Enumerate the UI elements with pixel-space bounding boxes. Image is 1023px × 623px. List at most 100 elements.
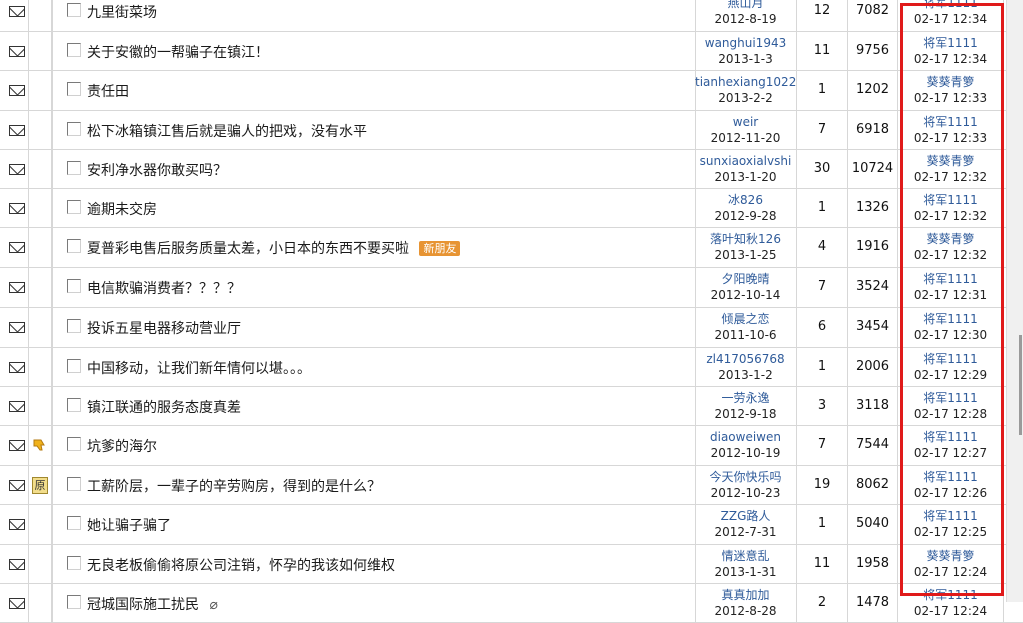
select-checkbox[interactable] bbox=[67, 437, 81, 451]
type-cell bbox=[29, 348, 52, 386]
author-link[interactable]: sunxiaoxialvshi bbox=[695, 150, 796, 169]
last-post-time[interactable]: 02-17 12:31 bbox=[898, 287, 1003, 304]
view-count: 6918 bbox=[855, 122, 890, 137]
author-link[interactable]: 落叶知秋126 bbox=[695, 228, 796, 247]
last-poster-link[interactable]: 葵葵青箩 bbox=[898, 545, 1003, 564]
status-cell bbox=[0, 387, 29, 425]
author-link[interactable]: diaoweiwen bbox=[695, 426, 796, 445]
author-link[interactable]: zl417056768 bbox=[695, 348, 796, 367]
title-cell: 无良老板偷偷将原公司注销，怀孕的我该如何维权 bbox=[52, 545, 696, 583]
author-link[interactable]: 夕阳晚晴 bbox=[695, 268, 796, 287]
last-poster-link[interactable]: 葵葵青箩 bbox=[898, 71, 1003, 90]
last-poster-link[interactable]: 将军1111 bbox=[898, 387, 1003, 406]
select-checkbox[interactable] bbox=[67, 359, 81, 373]
thread-title-link[interactable]: 工薪阶层，一辈子的辛劳购房，得到的是什么？ bbox=[87, 479, 381, 495]
select-checkbox[interactable] bbox=[67, 477, 81, 491]
author-link[interactable]: 倾晨之恋 bbox=[695, 308, 796, 327]
title-cell: 她让骗子骗了 bbox=[52, 505, 696, 544]
thread-title-link[interactable]: 无良老板偷偷将原公司注销，怀孕的我该如何维权 bbox=[87, 558, 395, 574]
author-link[interactable]: 一劳永逸 bbox=[695, 387, 796, 406]
last-poster-link[interactable]: 将军1111 bbox=[898, 32, 1003, 51]
author-link[interactable]: wanghui1943 bbox=[695, 32, 796, 51]
thread-title-link[interactable]: 松下冰箱镇江售后就是骗人的把戏，没有水平 bbox=[87, 124, 367, 140]
last-post-time[interactable]: 02-17 12:28 bbox=[898, 406, 1003, 423]
last-post-time[interactable]: 02-17 12:26 bbox=[898, 485, 1003, 502]
last-post-time[interactable]: 02-17 12:30 bbox=[898, 327, 1003, 344]
select-checkbox[interactable] bbox=[67, 556, 81, 570]
select-checkbox[interactable] bbox=[67, 239, 81, 253]
last-poster-link[interactable]: 将军1111 bbox=[898, 348, 1003, 367]
view-count: 8062 bbox=[855, 477, 890, 492]
vertical-scrollbar[interactable] bbox=[1006, 0, 1023, 602]
select-checkbox[interactable] bbox=[67, 82, 81, 96]
post-date: 2012-10-14 bbox=[710, 288, 781, 302]
last-post-time[interactable]: 02-17 12:32 bbox=[898, 247, 1003, 264]
last-poster-link[interactable]: 将军1111 bbox=[898, 268, 1003, 287]
last-post-time[interactable]: 02-17 12:34 bbox=[898, 51, 1003, 68]
last-post-cell: 将军1111 02-17 12:24 bbox=[898, 584, 1004, 622]
scrollbar-thumb[interactable] bbox=[1019, 335, 1022, 435]
table-row: 九里街菜场 燕山月 2012-8-19 12 7082 将军1111 02-17… bbox=[0, 0, 1023, 32]
author-link[interactable]: tianhexiang1022 bbox=[695, 71, 796, 90]
thread-title-link[interactable]: 坑爹的海尔 bbox=[87, 439, 157, 455]
thread-title-link[interactable]: 中国移动，让我们新年情何以堪。。。 bbox=[87, 361, 311, 377]
last-poster-link[interactable]: 葵葵青箩 bbox=[898, 228, 1003, 247]
title-cell: 中国移动，让我们新年情何以堪。。。 bbox=[52, 348, 696, 386]
last-poster-link[interactable]: 将军1111 bbox=[898, 466, 1003, 485]
thread-title-link[interactable]: 安利净水器你敢买吗？ bbox=[87, 163, 227, 179]
thread-title-link[interactable]: 关于安徽的一帮骗子在镇江！ bbox=[87, 45, 269, 61]
last-post-time[interactable]: 02-17 12:33 bbox=[898, 90, 1003, 107]
author-link[interactable]: 燕山月 bbox=[695, 0, 796, 11]
status-cell bbox=[0, 466, 29, 504]
last-post-time[interactable]: 02-17 12:27 bbox=[898, 445, 1003, 462]
author-link[interactable]: 真真加加 bbox=[695, 584, 796, 603]
thread-title-link[interactable]: 电信欺骗消费者？？？？ bbox=[87, 281, 241, 297]
select-checkbox[interactable] bbox=[67, 200, 81, 214]
last-post-time[interactable]: 02-17 12:33 bbox=[898, 130, 1003, 147]
last-poster-link[interactable]: 将军1111 bbox=[898, 308, 1003, 327]
select-checkbox[interactable] bbox=[67, 279, 81, 293]
last-post-time[interactable]: 02-17 12:24 bbox=[898, 603, 1003, 620]
thread-title-link[interactable]: 责任田 bbox=[87, 84, 129, 100]
last-poster-link[interactable]: 将军1111 bbox=[898, 0, 1003, 11]
select-checkbox[interactable] bbox=[67, 122, 81, 136]
author-cell: 燕山月 2012-8-19 bbox=[695, 0, 797, 31]
last-poster-link[interactable]: 将军1111 bbox=[898, 505, 1003, 524]
last-poster-link[interactable]: 葵葵青箩 bbox=[898, 150, 1003, 169]
last-post-cell: 将军1111 02-17 12:32 bbox=[898, 189, 1004, 227]
thread-title-link[interactable]: 投诉五星电器移动营业厅 bbox=[87, 321, 241, 337]
select-checkbox[interactable] bbox=[67, 516, 81, 530]
thread-title-link[interactable]: 九里街菜场 bbox=[87, 5, 157, 21]
author-link[interactable]: ZZG路人 bbox=[695, 505, 796, 524]
view-count-cell: 1478 bbox=[848, 584, 898, 622]
thread-title-link[interactable]: 她让骗子骗了 bbox=[87, 518, 171, 534]
author-link[interactable]: 情迷意乱 bbox=[695, 545, 796, 564]
select-checkbox[interactable] bbox=[67, 595, 81, 609]
view-count-cell: 1202 bbox=[848, 71, 898, 110]
last-poster-link[interactable]: 将军1111 bbox=[898, 584, 1003, 603]
thread-title-link[interactable]: 冠城国际施工扰民 bbox=[87, 597, 199, 613]
view-count-cell: 10724 bbox=[848, 150, 898, 188]
select-checkbox[interactable] bbox=[67, 3, 81, 17]
select-checkbox[interactable] bbox=[67, 398, 81, 412]
thread-title-link[interactable]: 夏普彩电售后服务质量太差，小日本的东西不要买啦 bbox=[87, 241, 409, 257]
select-checkbox[interactable] bbox=[67, 319, 81, 333]
last-post-time[interactable]: 02-17 12:32 bbox=[898, 208, 1003, 225]
last-post-time[interactable]: 02-17 12:32 bbox=[898, 169, 1003, 186]
thread-title-link[interactable]: 逾期未交房 bbox=[87, 202, 157, 218]
last-post-time[interactable]: 02-17 12:25 bbox=[898, 524, 1003, 541]
last-poster-link[interactable]: 将军1111 bbox=[898, 426, 1003, 445]
select-checkbox[interactable] bbox=[67, 161, 81, 175]
select-checkbox[interactable] bbox=[67, 43, 81, 57]
author-link[interactable]: 今天你快乐吗 bbox=[695, 466, 796, 485]
thread-title-link[interactable]: 镇江联通的服务态度真差 bbox=[87, 400, 241, 416]
author-link[interactable]: 冰826 bbox=[695, 189, 796, 208]
last-post-time[interactable]: 02-17 12:29 bbox=[898, 367, 1003, 384]
last-post-time[interactable]: 02-17 12:34 bbox=[898, 11, 1003, 28]
envelope-icon bbox=[9, 242, 25, 253]
last-poster-link[interactable]: 将军1111 bbox=[898, 111, 1003, 130]
author-link[interactable]: weir bbox=[695, 111, 796, 130]
last-poster-link[interactable]: 将军1111 bbox=[898, 189, 1003, 208]
last-post-time[interactable]: 02-17 12:24 bbox=[898, 564, 1003, 581]
title-cell: 关于安徽的一帮骗子在镇江！ bbox=[52, 32, 696, 70]
